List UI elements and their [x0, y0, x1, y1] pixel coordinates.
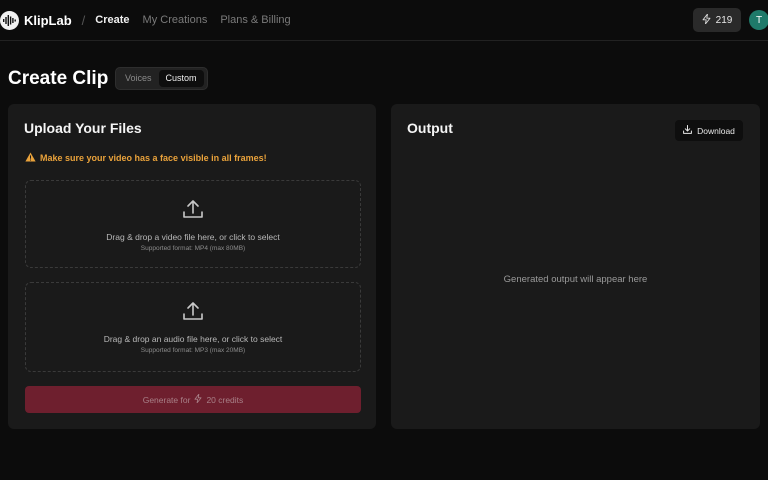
generate-label: Generate for — [142, 394, 191, 405]
soundwave-logo-icon — [0, 10, 19, 30]
nav-plans-billing[interactable]: Plans & Billing — [220, 14, 290, 26]
audio-dropzone-text: Drag & drop an audio file here, or click… — [103, 334, 283, 344]
lightning-icon — [194, 393, 202, 405]
upload-title: Upload Your Files — [24, 120, 142, 136]
page-title: Create Clip — [8, 68, 109, 89]
audio-dropzone-format: Supported format: MP3 (max 20MB) — [140, 347, 246, 354]
warning-text: Make sure your video has a face visible … — [40, 153, 267, 163]
audio-dropzone[interactable]: Drag & drop an audio file here, or click… — [25, 282, 361, 372]
app-name: KlipLab — [24, 12, 72, 28]
face-warning: Make sure your video has a face visible … — [25, 152, 267, 164]
tab-custom[interactable]: Custom — [158, 70, 204, 87]
download-icon — [683, 125, 692, 136]
lightning-icon — [702, 13, 711, 27]
download-button[interactable]: Download — [675, 120, 743, 141]
credits-button[interactable]: 219 — [693, 8, 741, 32]
avatar[interactable]: T — [749, 10, 768, 30]
nav-create[interactable]: Create — [95, 14, 129, 26]
mode-switcher: Voices Custom — [115, 67, 208, 90]
output-title: Output — [407, 120, 453, 136]
generate-cost: 20 credits — [206, 394, 244, 405]
top-navbar: KlipLab / Create My Creations Plans & Bi… — [0, 0, 768, 41]
app-logo[interactable]: KlipLab — [0, 10, 72, 30]
upload-icon — [182, 198, 204, 225]
upload-card: Upload Your Files Make sure your video h… — [8, 104, 376, 429]
video-dropzone-text: Drag & drop a video file here, or click … — [106, 232, 280, 242]
generate-button[interactable]: Generate for 20 credits — [25, 386, 361, 413]
nav-my-creations[interactable]: My Creations — [143, 14, 208, 26]
tab-voices[interactable]: Voices — [118, 70, 159, 87]
warning-triangle-icon — [25, 152, 36, 164]
output-card: Output Download Generated output will ap… — [391, 104, 760, 429]
video-dropzone-format: Supported format: MP4 (max 80MB) — [140, 245, 246, 252]
credits-count: 219 — [715, 14, 733, 26]
output-placeholder: Generated output will appear here — [503, 274, 648, 285]
nav-separator: / — [81, 12, 86, 28]
download-label: Download — [697, 125, 735, 136]
video-dropzone[interactable]: Drag & drop a video file here, or click … — [25, 180, 361, 268]
upload-icon — [182, 300, 204, 327]
